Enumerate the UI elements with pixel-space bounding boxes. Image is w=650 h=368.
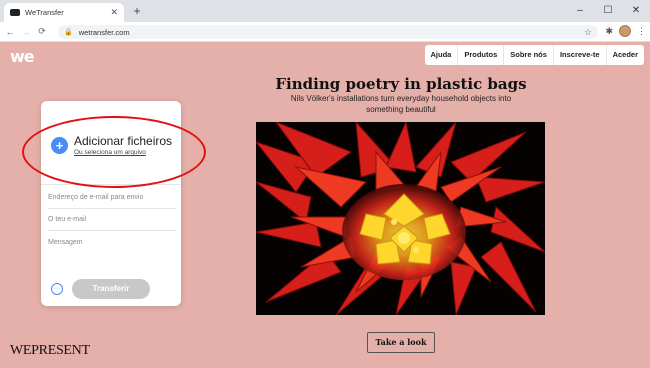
email-to-field[interactable]: Endereço de e-mail para envio [48,187,176,209]
tab-close-icon[interactable]: ✕ [110,7,118,18]
address-bar[interactable]: 🔒 wetransfer.com ☆ [58,25,598,39]
nav-sobre-nos[interactable]: Sobre nós [504,45,554,65]
nav-inscreve-te[interactable]: Inscreve-te [554,45,607,65]
wetransfer-favicon-icon [10,9,20,16]
new-tab-button[interactable]: + [130,3,144,19]
avatar[interactable] [619,25,631,37]
reload-button[interactable]: ⟳ [34,26,50,37]
browser-tab[interactable]: WeTransfer ✕ [4,3,124,22]
url-text[interactable]: wetransfer.com [79,28,584,37]
nav-produtos[interactable]: Produtos [458,45,505,65]
wepresent-logo[interactable]: WEPRESENT [10,343,90,359]
message-field[interactable]: Mensagem [48,232,176,254]
feature-headline: Finding poetry in plastic bags [275,75,527,93]
transfer-button[interactable]: Transferir [72,279,150,299]
feature-subline: Nils Völker's installations turn everyda… [290,94,512,114]
your-email-field[interactable]: O teu e-mail [48,209,176,231]
maximize-button[interactable]: ☐ [594,0,622,22]
nav-aceder[interactable]: Aceder [607,45,644,65]
annotation-highlight-oval [22,116,206,188]
menu-icon[interactable]: ⋮ [637,26,646,37]
feature-artwork-image[interactable] [256,122,545,315]
star-icon[interactable]: ☆ [584,27,592,38]
more-options-icon[interactable]: ··· [51,283,63,295]
forward-button[interactable]: → [18,27,34,37]
wetransfer-logo[interactable]: we [10,47,35,66]
top-nav: Ajuda Produtos Sobre nós Inscreve-te Ace… [424,45,644,65]
back-button[interactable]: ← [2,27,18,37]
tab-strip: WeTransfer ✕ + – ☐ ✕ [0,0,650,22]
close-window-button[interactable]: ✕ [622,0,650,22]
tab-title: WeTransfer [25,8,64,17]
minimize-button[interactable]: – [566,0,594,22]
nav-ajuda[interactable]: Ajuda [425,45,459,65]
extensions-icon[interactable]: ✱ [605,26,613,37]
window-controls: – ☐ ✕ [566,0,650,22]
take-a-look-button[interactable]: Take a look [367,332,435,353]
lock-icon[interactable]: 🔒 [64,28,73,36]
plastic-bags-illustration [256,122,545,315]
browser-toolbar: ← → ⟳ 🔒 wetransfer.com ☆ ✱ ⋮ [0,22,650,42]
